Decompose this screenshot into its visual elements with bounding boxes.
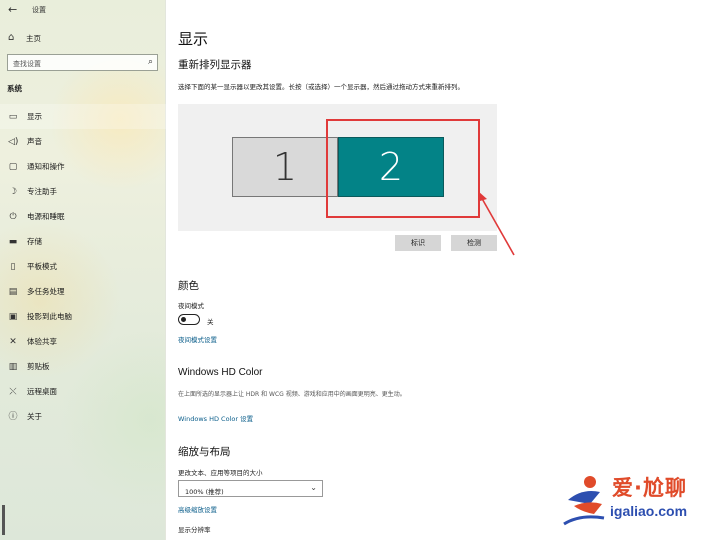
highlight-box <box>326 119 480 218</box>
sidebar-item-label: 显示 <box>27 112 42 121</box>
sidebar-item-label: 声音 <box>27 137 42 146</box>
sidebar-item-about[interactable]: ⓘ 关于 <box>0 404 166 429</box>
sidebar-item-display[interactable]: ▭ 显示 <box>0 104 166 129</box>
scale-label: 更改文本、应用等项目的大小 <box>178 469 263 477</box>
sidebar-item-label: 多任务处理 <box>27 287 65 296</box>
display-arrangement-area: 1 2 <box>178 104 497 231</box>
sidebar-item-multitasking[interactable]: ▤ 多任务处理 <box>0 279 166 304</box>
sidebar-item-label: 通知和操作 <box>27 162 65 171</box>
moon-icon: ☽ <box>8 186 18 197</box>
sidebar-item-clipboard[interactable]: ▥ 剪贴板 <box>0 354 166 379</box>
app-title: 设置 <box>32 6 46 14</box>
main-content: 显示 重新排列显示器 选择下面的某一显示器以更改其设置。长按（或选择）一个显示器… <box>167 0 723 540</box>
color-heading: 颜色 <box>178 280 199 292</box>
sidebar-item-label: 投影到此电脑 <box>27 312 72 321</box>
home-icon: ⌂ <box>8 32 15 43</box>
toggle-state-text: 关 <box>207 318 214 326</box>
sidebar-item-label: 远程桌面 <box>27 387 57 396</box>
sidebar-item-remote-desktop[interactable]: ⤬ 远程桌面 <box>0 379 166 404</box>
sidebar-item-sound[interactable]: ◁) 声音 <box>0 129 166 154</box>
rearrange-description: 选择下面的某一显示器以更改其设置。长按（或选择）一个显示器，然后通过拖动方式来重… <box>178 83 464 91</box>
title-bar: ← 设置 <box>0 0 166 18</box>
sidebar-item-label: 存储 <box>27 237 42 246</box>
hd-color-description: 在上面所选的显示器上让 HDR 和 WCG 视频、游戏和应用中的画面更明亮、更生… <box>178 391 406 398</box>
sidebar-item-label: 平板模式 <box>27 262 57 271</box>
tablet-icon: ▯ <box>10 261 16 272</box>
clipboard-icon: ▥ <box>8 361 18 372</box>
search-icon[interactable]: ⌕ <box>148 57 153 67</box>
advanced-scaling-link[interactable]: 高级缩放设置 <box>178 504 217 514</box>
sidebar-item-projecting[interactable]: ▣ 投影到此电脑 <box>0 304 166 329</box>
page-title: 显示 <box>178 30 209 48</box>
identify-button[interactable]: 标识 <box>395 235 441 251</box>
back-arrow-icon[interactable]: ← <box>8 3 17 16</box>
multitask-icon: ▤ <box>8 286 18 297</box>
storage-icon: ▬ <box>8 236 18 247</box>
sidebar-item-focus-assist[interactable]: ☽ 专注助手 <box>0 179 166 204</box>
sidebar-item-label: 电源和睡眠 <box>27 212 65 221</box>
night-mode-label: 夜间模式 <box>178 302 204 310</box>
hd-color-settings-link[interactable]: Windows HD Color 设置 <box>178 413 253 423</box>
info-icon: ⓘ <box>8 411 18 422</box>
sidebar: ← 设置 ⌂ 主页 查找设置 ⌕ 系统 ▭ 显示 ◁) 声音 ▢ 通知和操作 ☽… <box>0 0 166 540</box>
watermark-logo: 爱·尬聊 igaliao.com <box>560 470 720 532</box>
sidebar-item-shared-experiences[interactable]: ✕ 体验共享 <box>0 329 166 354</box>
search-input[interactable]: 查找设置 ⌕ <box>7 54 158 71</box>
power-icon: ⏻ <box>9 211 17 222</box>
sidebar-nav: ▭ 显示 ◁) 声音 ▢ 通知和操作 ☽ 专注助手 ⏻ 电源和睡眠 ▬ 存储 ▯… <box>0 104 166 429</box>
sidebar-item-tablet[interactable]: ▯ 平板模式 <box>0 254 166 279</box>
monitor-icon: ▭ <box>8 111 18 122</box>
sidebar-item-label: 关于 <box>27 412 42 421</box>
remote-icon: ⤬ <box>9 386 17 397</box>
sidebar-item-storage[interactable]: ▬ 存储 <box>0 229 166 254</box>
night-mode-settings-link[interactable]: 夜间模式设置 <box>178 334 217 344</box>
scrollbar[interactable] <box>2 505 5 535</box>
sidebar-item-label: 剪贴板 <box>27 362 50 371</box>
scale-value: 100% (推荐) <box>185 488 224 496</box>
night-mode-toggle[interactable] <box>178 314 200 325</box>
monitor-1[interactable]: 1 <box>232 137 338 197</box>
watermark-bottom-text: igaliao.com <box>610 503 688 519</box>
sidebar-item-power[interactable]: ⏻ 电源和睡眠 <box>0 204 166 229</box>
resolution-label: 显示分辨率 <box>178 526 211 534</box>
chevron-down-icon: ⌄ <box>310 483 317 492</box>
notification-icon: ▢ <box>8 161 18 172</box>
share-icon: ✕ <box>9 336 17 347</box>
sidebar-item-label: 主页 <box>26 33 41 43</box>
detect-button[interactable]: 检测 <box>451 235 497 251</box>
scale-dropdown[interactable]: 100% (推荐) ⌄ <box>178 480 323 497</box>
scale-heading: 缩放与布局 <box>178 446 231 458</box>
watermark-top-text: 爱·尬聊 <box>612 476 687 500</box>
hd-color-heading: Windows HD Color <box>178 367 263 378</box>
sidebar-item-label: 专注助手 <box>27 187 57 196</box>
sidebar-item-label: 体验共享 <box>27 337 57 346</box>
sidebar-item-home[interactable]: ⌂ 主页 <box>8 32 41 44</box>
section-label: 系统 <box>7 84 22 93</box>
sidebar-item-notifications[interactable]: ▢ 通知和操作 <box>0 154 166 179</box>
search-placeholder: 查找设置 <box>13 60 41 68</box>
toggle-knob <box>181 317 186 322</box>
speaker-icon: ◁) <box>8 136 19 147</box>
logo-figure-icon <box>563 476 605 526</box>
rearrange-heading: 重新排列显示器 <box>178 59 252 71</box>
project-icon: ▣ <box>8 311 18 322</box>
